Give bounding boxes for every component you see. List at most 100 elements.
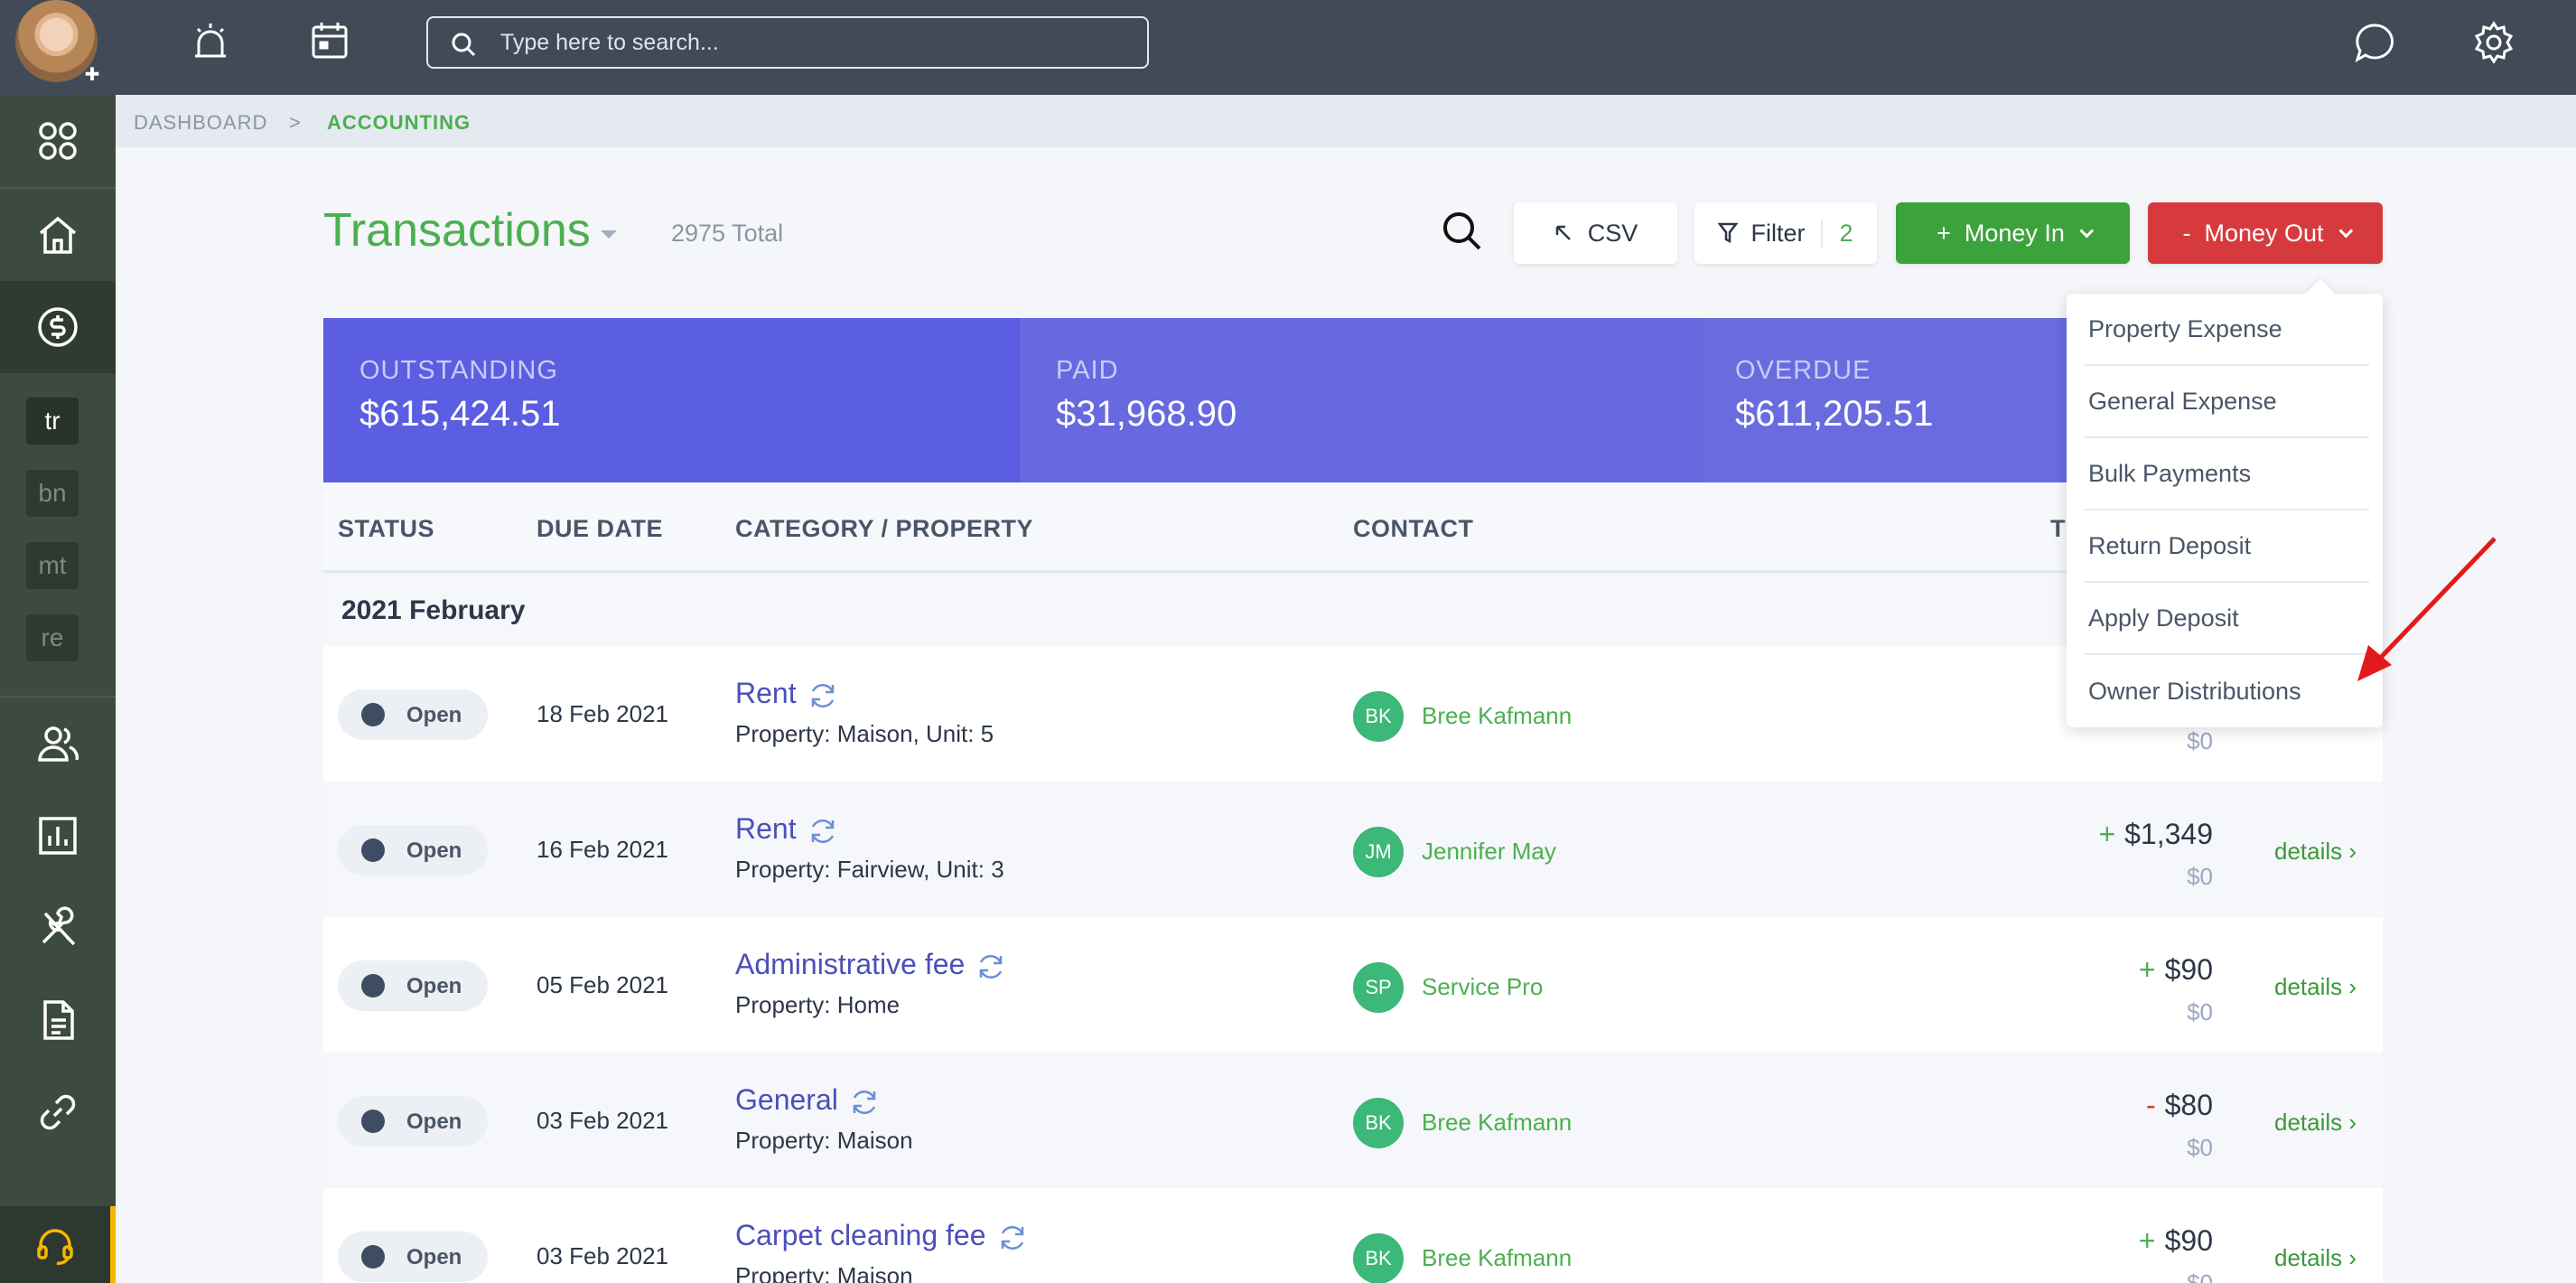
amount: - $80 bbox=[2146, 1089, 2213, 1122]
amount: + $90 bbox=[2139, 953, 2213, 987]
sidebar-item-accounting[interactable] bbox=[0, 281, 116, 373]
sidebar-item-reports[interactable] bbox=[0, 790, 116, 882]
due-date: 03 Feb 2021 bbox=[537, 1107, 669, 1134]
money-in-button[interactable]: + Money In bbox=[1896, 202, 2130, 264]
sidebar-item-maintenance[interactable] bbox=[0, 882, 116, 974]
contact-avatar[interactable]: BK bbox=[1353, 1233, 1404, 1283]
recurring-icon bbox=[811, 819, 834, 843]
contact-link[interactable]: Service Pro bbox=[1422, 973, 1543, 1001]
avatar[interactable]: ✚ bbox=[15, 0, 99, 85]
menu-item-bulk-payments[interactable]: Bulk Payments bbox=[2085, 438, 2369, 510]
paid-amount: $0 bbox=[2187, 998, 2213, 1025]
column-contact[interactable]: CONTACT bbox=[1353, 515, 1473, 543]
csv-export-button[interactable]: CSV bbox=[1514, 202, 1677, 264]
table-row[interactable]: Open 05 Feb 2021 Administrative fee Propert… bbox=[323, 917, 2383, 1053]
link-icon bbox=[40, 1094, 76, 1130]
table-row[interactable]: Open 03 Feb 2021 General Property: Maison BK… bbox=[323, 1053, 2383, 1188]
home-icon bbox=[39, 216, 77, 254]
category-link[interactable]: General bbox=[735, 1083, 880, 1118]
sidebar-item-contacts[interactable] bbox=[0, 698, 116, 790]
status-dot-icon bbox=[361, 838, 385, 862]
contact-avatar[interactable]: JM bbox=[1353, 827, 1404, 877]
sidebar-item-documents[interactable] bbox=[0, 974, 116, 1066]
status-badge[interactable]: Open bbox=[338, 1231, 488, 1282]
filter-icon bbox=[1718, 222, 1739, 244]
status-dot-icon bbox=[361, 1245, 385, 1269]
tools-icon bbox=[42, 906, 76, 946]
status-badge[interactable]: Open bbox=[338, 960, 488, 1011]
details-link[interactable]: details › bbox=[2274, 1244, 2357, 1272]
search-icon[interactable] bbox=[1441, 210, 1484, 258]
breadcrumb: DASHBOARD > ACCOUNTING bbox=[116, 95, 2576, 147]
sidebar-item-support[interactable] bbox=[0, 1206, 116, 1283]
table-row[interactable]: Open 03 Feb 2021 Carpet cleaning fee Proper… bbox=[323, 1188, 2383, 1283]
contact-avatar[interactable]: SP bbox=[1353, 962, 1404, 1013]
calendar-icon[interactable] bbox=[307, 18, 352, 63]
contact-avatar[interactable]: BK bbox=[1353, 1098, 1404, 1148]
contact-link[interactable]: Bree Kafmann bbox=[1422, 1244, 1572, 1272]
sidebar-item-bn[interactable]: bn bbox=[26, 470, 79, 517]
filter-button[interactable]: Filter 2 bbox=[1694, 202, 1877, 264]
status-badge[interactable]: Open bbox=[338, 689, 488, 740]
gear-icon[interactable] bbox=[2471, 20, 2516, 65]
recurring-icon bbox=[853, 1090, 876, 1114]
caret-down-icon[interactable] bbox=[601, 230, 617, 239]
amount: + $1,349 bbox=[2098, 818, 2213, 851]
menu-item-return-deposit[interactable]: Return Deposit bbox=[2085, 510, 2369, 583]
search-bar[interactable] bbox=[426, 16, 1149, 69]
contact-link[interactable]: Bree Kafmann bbox=[1422, 702, 1572, 730]
column-total[interactable]: T bbox=[2050, 515, 2066, 543]
details-link[interactable]: details › bbox=[2274, 1109, 2357, 1137]
category-link[interactable]: Rent bbox=[735, 677, 838, 711]
amount-value: $80 bbox=[2164, 1089, 2213, 1121]
sidebar-item-mt[interactable]: mt bbox=[26, 542, 79, 589]
chevron-down-icon bbox=[2079, 223, 2095, 238]
status-text: Open bbox=[406, 1245, 462, 1269]
status-badge[interactable]: Open bbox=[338, 825, 488, 876]
due-date: 18 Feb 2021 bbox=[537, 700, 669, 727]
property-text: Property: Home bbox=[735, 991, 901, 1018]
column-category[interactable]: CATEGORY / PROPERTY bbox=[735, 515, 1033, 543]
money-out-button[interactable]: - Money Out bbox=[2148, 202, 2383, 264]
paid-value: $31,968.90 bbox=[1056, 394, 1237, 434]
dollar-icon bbox=[38, 307, 78, 347]
category-name: Rent bbox=[735, 677, 797, 709]
summary-outstanding[interactable]: OUTSTANDING $615,424.51 bbox=[323, 318, 1020, 482]
contact-avatar[interactable]: BK bbox=[1353, 691, 1404, 742]
alarm-icon[interactable] bbox=[188, 18, 233, 63]
breadcrumb-dashboard[interactable]: DASHBOARD bbox=[134, 111, 267, 135]
sidebar-item-apps[interactable] bbox=[0, 95, 116, 187]
property-text: Property: Fairview, Unit: 3 bbox=[735, 856, 1004, 883]
table-row[interactable]: Open 16 Feb 2021 Rent Property: Fairview, U… bbox=[323, 782, 2383, 917]
sidebar-item-tr[interactable]: tr bbox=[26, 398, 79, 445]
export-arrow-icon bbox=[1555, 225, 1571, 240]
contact-link[interactable]: Bree Kafmann bbox=[1422, 1109, 1572, 1137]
column-status[interactable]: STATUS bbox=[338, 515, 434, 543]
sidebar-item-home[interactable] bbox=[0, 189, 116, 281]
menu-item-property-expense[interactable]: Property Expense bbox=[2085, 294, 2369, 366]
breadcrumb-accounting: ACCOUNTING bbox=[327, 111, 471, 134]
status-badge[interactable]: Open bbox=[338, 1096, 488, 1147]
category-link[interactable]: Administrative fee bbox=[735, 948, 1006, 982]
menu-item-general-expense[interactable]: General Expense bbox=[2085, 366, 2369, 438]
chevron-down-icon bbox=[2338, 223, 2353, 238]
category-link[interactable]: Carpet cleaning fee bbox=[735, 1219, 1028, 1253]
menu-item-apply-deposit[interactable]: Apply Deposit bbox=[2085, 583, 2369, 655]
menu-item-owner-distributions[interactable]: Owner Distributions bbox=[2085, 655, 2369, 727]
breadcrumb-separator: > bbox=[289, 111, 302, 134]
amount-sign: - bbox=[2145, 1089, 2156, 1121]
amount-value: $90 bbox=[2164, 953, 2213, 986]
sidebar-item-re[interactable]: re bbox=[26, 614, 79, 661]
details-link[interactable]: details › bbox=[2274, 973, 2357, 1001]
due-date: 16 Feb 2021 bbox=[537, 836, 669, 863]
page-title[interactable]: Transactions bbox=[323, 203, 591, 258]
details-link[interactable]: details › bbox=[2274, 838, 2357, 866]
sidebar-item-links[interactable] bbox=[0, 1066, 116, 1158]
total-count: 2975 Total bbox=[671, 220, 784, 247]
contact-link[interactable]: Jennifer May bbox=[1422, 838, 1556, 866]
column-due-date[interactable]: DUE DATE bbox=[537, 515, 663, 543]
category-link[interactable]: Rent bbox=[735, 812, 838, 847]
summary-paid[interactable]: PAID $31,968.90 bbox=[1020, 318, 1699, 482]
search-input[interactable] bbox=[500, 27, 1133, 58]
chat-icon[interactable] bbox=[2352, 20, 2397, 65]
